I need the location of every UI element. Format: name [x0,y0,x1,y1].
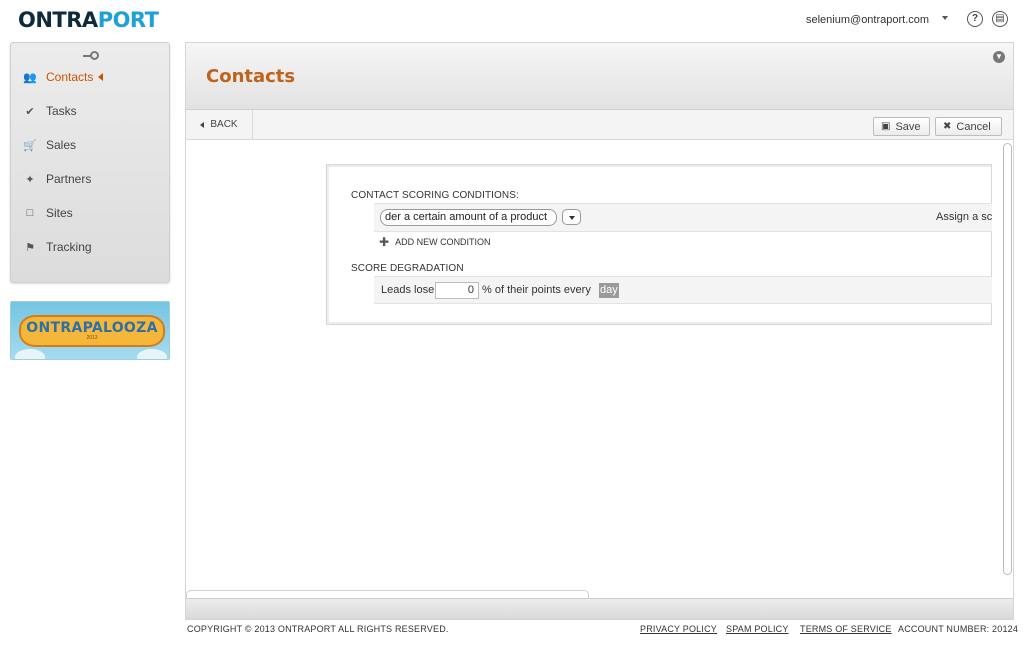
condition-dropdown-button[interactable] [562,209,581,225]
degradation-row: Leads lose 0 % of their points every day [374,276,992,304]
page-title: Contacts [206,66,296,87]
chevron-down-icon [569,216,575,220]
sidebar-item-label: Partners [46,172,92,186]
documents-icon[interactable]: ▤ [992,11,1008,27]
cart-icon: 🛒 [23,139,37,152]
cloud-decoration [15,349,45,359]
condition-row: der a certain amount of a product Assign… [374,203,992,232]
help-icon[interactable]: ? [967,11,983,27]
promo-year: 2013 [86,335,98,341]
add-new-condition-button[interactable]: ✚ ADD NEW CONDITION [379,235,491,249]
main-footer-bar [186,598,1013,619]
contacts-icon: 👥 [23,71,37,84]
back-label: BACK [210,119,238,130]
page-footer: COPYRIGHT © 2013 ONTRAPORT ALL RIGHTS RE… [187,624,1018,636]
sidebar-item-contacts[interactable]: 👥 Contacts [11,67,169,87]
pin-icon[interactable]: ▼ [993,51,1005,63]
terms-of-service-link[interactable]: TERMS OF SERVICE [800,624,892,634]
assign-score-text: Assign a sc [936,211,993,223]
save-label: Save [895,120,921,133]
degradation-period-select[interactable]: day [599,283,619,298]
ontrapalooza-banner[interactable]: ONTRAPALOOZA 2013 [10,301,170,360]
promo-title: ONTRAPALOOZA [26,320,158,336]
scoring-form: CONTACT SCORING CONDITIONS: der a certai… [326,164,992,325]
horizontal-scrollbar[interactable] [186,590,589,598]
cloud-decoration [137,349,167,359]
spam-policy-link[interactable]: SPAM POLICY [726,624,789,634]
cancel-button[interactable]: ✖ Cancel [935,117,1002,136]
vertical-scrollbar[interactable] [1003,143,1012,575]
save-button[interactable]: ▣ Save [873,117,930,136]
back-button[interactable]: BACK [186,110,253,139]
sidebar-item-label: Tracking [46,240,92,254]
logo-text-port: PORT [97,8,159,32]
sidebar-item-sites[interactable]: □ Sites [11,203,169,223]
sidebar-item-partners[interactable]: ✦ Partners [11,169,169,189]
add-condition-label: ADD NEW CONDITION [395,237,491,247]
sidebar-item-sales[interactable]: 🛒 Sales [11,135,169,155]
toolbar: BACK ▣ Save ✖ Cancel [186,110,1013,140]
close-icon: ✖ [943,121,952,132]
page-icon: □ [26,207,34,219]
floppy-disk-icon: ▣ [881,121,891,132]
sidebar-item-tracking[interactable]: ⚑ Tracking [11,237,169,257]
main-header: Contacts ▼ [186,43,1013,110]
degradation-suffix: % of their points every [482,284,591,296]
user-menu-caret-icon[interactable] [942,16,948,20]
degradation-prefix: Leads lose [381,284,435,296]
sidebar-item-label: Sites [46,206,73,220]
cancel-label: Cancel [956,120,991,133]
sidebar: 👥 Contacts ✔ Tasks 🛒 Sales ✦ Partners □ … [10,42,170,283]
account-number: ACCOUNT NUMBER: 20124 [898,624,1019,634]
sidebar-item-label: Tasks [46,104,77,118]
ontraport-logo[interactable]: ONTRAPORT [18,8,159,32]
sidebar-item-label: Sales [46,138,77,152]
logo-text-ontra: ONTRA [18,8,98,32]
score-degradation-label: SCORE DEGRADATION [351,263,464,274]
handshake-icon: ✦ [25,173,35,186]
back-caret-icon [200,121,205,128]
user-menu-email[interactable]: selenium@ontraport.com [806,14,929,26]
flag-icon: ⚑ [25,241,35,254]
privacy-policy-link[interactable]: PRIVACY POLICY [640,624,717,634]
sidebar-item-label: Contacts [46,70,94,84]
scoring-conditions-label: CONTACT SCORING CONDITIONS: [351,190,519,201]
ontrapalooza-logo: ONTRAPALOOZA 2013 [19,315,165,347]
plus-icon: ✚ [379,235,390,249]
sidebar-item-tasks[interactable]: ✔ Tasks [11,101,169,121]
check-icon: ✔ [25,105,35,118]
copyright-text: COPYRIGHT © 2013 ONTRAPORT ALL RIGHTS RE… [187,624,449,634]
active-caret-icon [98,73,104,81]
degradation-percent-input[interactable]: 0 [435,282,479,299]
sidebar-toggle-icon[interactable] [83,51,99,61]
main-panel: Contacts ▼ BACK ▣ Save ✖ Cancel CONTACT … [185,42,1014,620]
condition-select[interactable]: der a certain amount of a product [380,209,557,226]
